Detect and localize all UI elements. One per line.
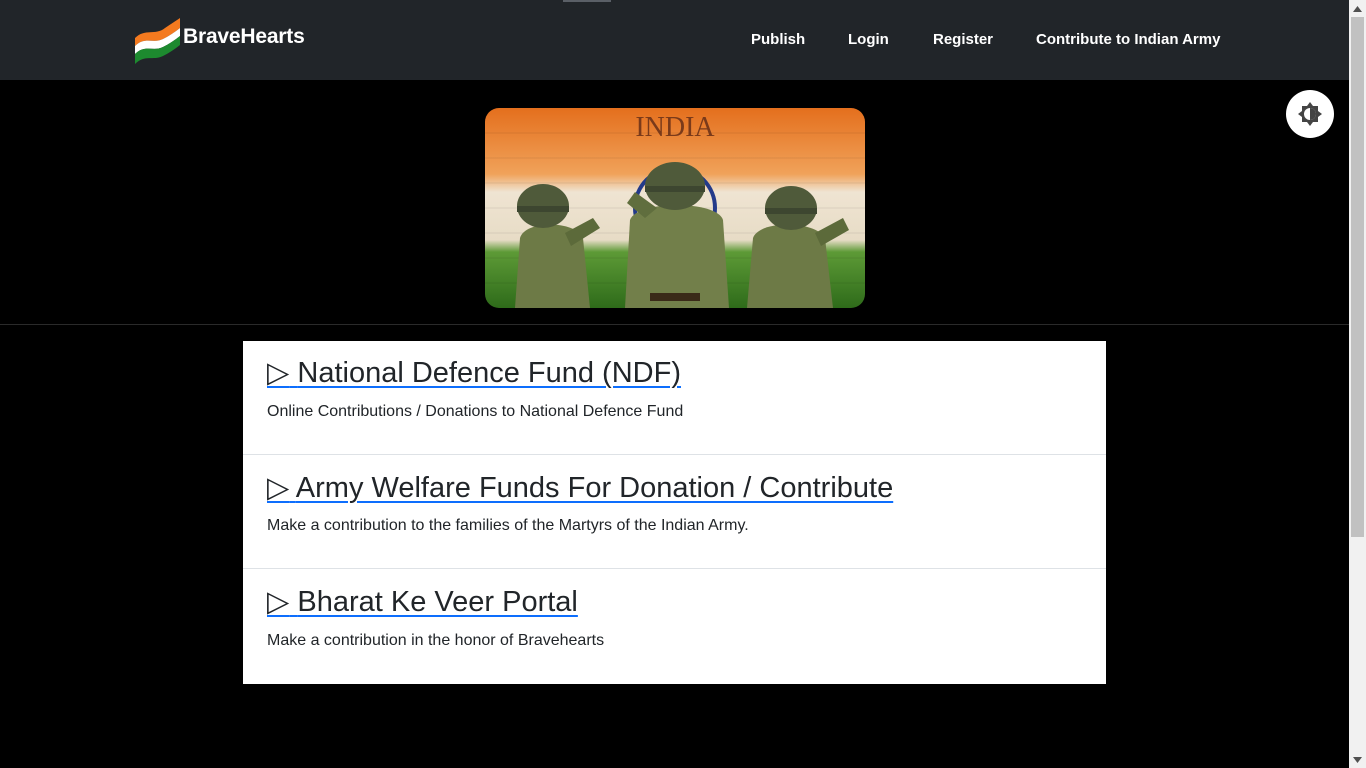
- scroll-down-arrow-icon[interactable]: [1349, 751, 1366, 768]
- theme-toggle-button[interactable]: [1286, 90, 1334, 138]
- brightness-icon: [1298, 102, 1322, 126]
- play-triangle-icon: ▷: [267, 357, 290, 389]
- fund-description: Make a contribution to the families of t…: [267, 517, 749, 534]
- nav-register-link[interactable]: Register: [933, 31, 993, 48]
- nav-publish-link[interactable]: Publish: [751, 31, 805, 48]
- vertical-scrollbar[interactable]: [1349, 0, 1366, 768]
- scrollbar-thumb[interactable]: [1351, 17, 1364, 537]
- soldiers-saluting-illustration: INDIA: [485, 108, 865, 308]
- nav-login-link[interactable]: Login: [848, 31, 889, 48]
- list-item: ▷ Bharat Ke Veer Portal Make a contribut…: [243, 569, 1106, 683]
- list-item: ▷ Army Welfare Funds For Donation / Cont…: [243, 455, 1106, 569]
- hero-banner-image: INDIA: [485, 108, 865, 308]
- play-triangle-icon: ▷: [267, 472, 290, 504]
- page: BraveHearts Publish Login Register Contr…: [0, 0, 1349, 768]
- fund-list: ▷ National Defence Fund (NDF) Online Con…: [243, 341, 1106, 684]
- scroll-up-arrow-icon[interactable]: [1349, 0, 1366, 17]
- fund-link-ndf[interactable]: ▷ National Defence Fund (NDF): [267, 355, 681, 390]
- fund-description: Make a contribution in the honor of Brav…: [267, 632, 605, 649]
- play-triangle-icon: ▷: [267, 586, 290, 618]
- fund-title: National Defence Fund (NDF): [297, 357, 681, 389]
- list-item: ▷ National Defence Fund (NDF) Online Con…: [243, 341, 1106, 455]
- fund-link-army-welfare[interactable]: ▷ Army Welfare Funds For Donation / Cont…: [267, 470, 893, 505]
- nav-links: Publish Login Register Contribute to Ind…: [0, 31, 1349, 51]
- loading-indicator: [563, 0, 611, 2]
- fund-link-bharat-ke-veer[interactable]: ▷ Bharat Ke Veer Portal: [267, 584, 578, 619]
- banner-text: INDIA: [635, 112, 715, 143]
- navbar: BraveHearts Publish Login Register Contr…: [0, 0, 1349, 80]
- nav-contribute-link[interactable]: Contribute to Indian Army: [1036, 31, 1220, 48]
- hero-divider: [0, 324, 1349, 325]
- fund-description: Online Contributions / Donations to Nati…: [267, 403, 684, 420]
- fund-title: Army Welfare Funds For Donation / Contri…: [295, 472, 894, 504]
- fund-title: Bharat Ke Veer Portal: [297, 586, 578, 618]
